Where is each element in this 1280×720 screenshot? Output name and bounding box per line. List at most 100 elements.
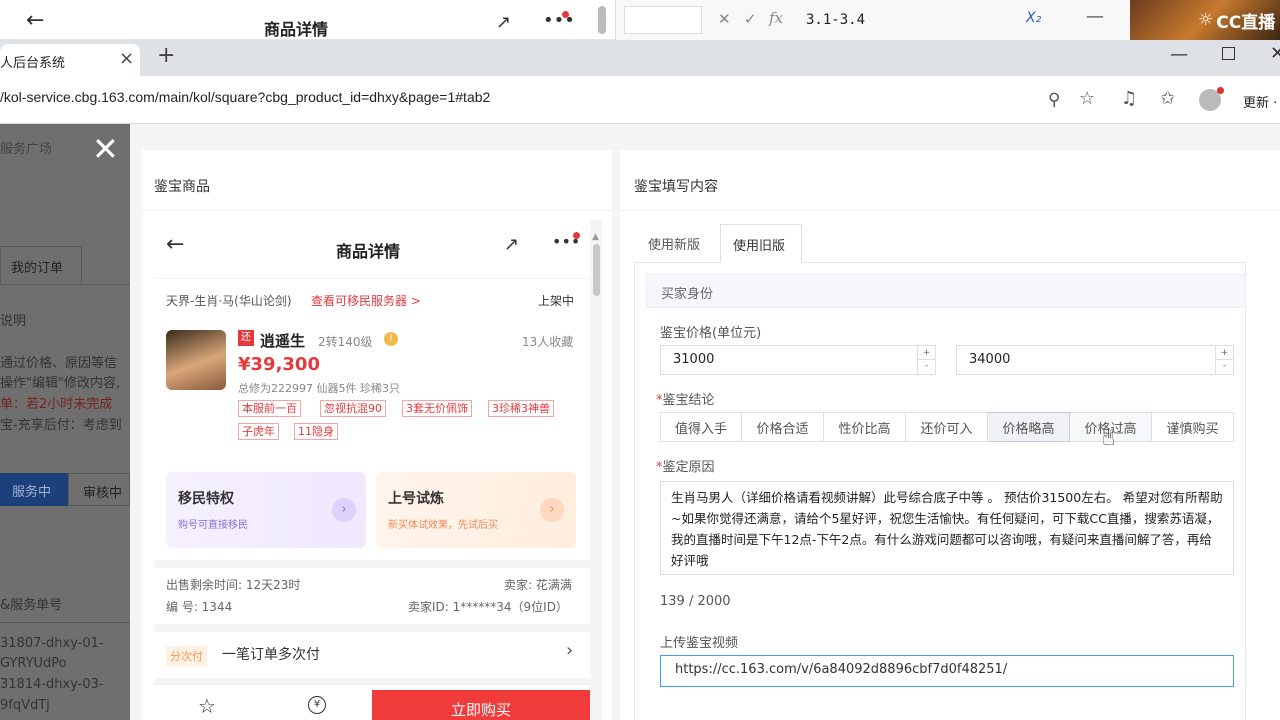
bookmark-star-icon[interactable]: ☆ [1079, 88, 1095, 109]
reason-textarea[interactable]: 生肖马男人（详细价格请看视频讲解）此号综合底子中等 。 预估价31500左右。 … [660, 481, 1234, 575]
phone-mirror-header: ← 商品详情 ↗ ••• [0, 0, 615, 40]
trial-login-card[interactable]: 上号试炼 新买体试效果，先试后买 › [376, 472, 576, 548]
tab-my-orders[interactable]: 我的订单 [0, 246, 82, 284]
conclusion-option-selected[interactable]: 价格略高 [988, 412, 1070, 442]
media-icon[interactable]: ♫ [1121, 88, 1137, 109]
divider [0, 622, 130, 623]
character-avatar [166, 330, 226, 390]
seller-id: 卖家ID: 1******34（9位ID） [408, 600, 568, 614]
conclusion-button-group: 值得入手 价格合适 性价比高 还价可入 价格略高 价格过高 谨慎购买 [660, 412, 1234, 442]
price-min-input[interactable]: 31000 + - [660, 345, 936, 375]
return-badge: 还 [238, 330, 254, 346]
installment-row[interactable] [154, 632, 590, 678]
buy-now-button[interactable]: 立即购买 [372, 690, 590, 720]
function-icon[interactable]: fx [769, 9, 783, 27]
status-serving-label: 服务中 [12, 485, 52, 500]
left-panel-title: 鉴宝商品 [154, 179, 210, 195]
scroll-up-icon[interactable]: ▲ [592, 232, 600, 242]
conclusion-option-label: 谨慎购买 [1166, 421, 1219, 437]
share-icon[interactable]: ↗ [496, 12, 511, 33]
listing-status: 上架中 [538, 294, 575, 308]
name-box[interactable] [624, 6, 702, 34]
migrate-privilege-title: 移民特权 [178, 491, 234, 507]
browser-tab-active[interactable]: 人后台系统 × [0, 44, 140, 78]
profile-alert-dot [1217, 87, 1224, 94]
arrow-left-icon[interactable]: ← [166, 232, 184, 257]
divider [142, 210, 612, 211]
explain-line-3: 单：若2小时未完成 [0, 397, 113, 412]
increment-icon[interactable]: + [1216, 346, 1233, 360]
migrate-privilege-sub: 购号可直接移民 [178, 520, 248, 531]
conclusion-option[interactable]: 还价可入 [906, 412, 988, 442]
spreadsheet-formula-bar: ✕ ✓ fx 3.1-3.4 X₂ — [615, 0, 1130, 40]
explain-heading: 说明 [0, 314, 27, 329]
hand-cursor-icon: ☝ [1102, 426, 1116, 451]
migrate-privilege-card[interactable]: 移民特权 购号可直接移民 › [166, 472, 366, 548]
update-button[interactable]: 更新 · [1243, 92, 1277, 111]
tab-close-icon[interactable]: × [119, 48, 134, 69]
favorite-star-icon[interactable]: ☆ [198, 694, 216, 718]
formula-input[interactable]: 3.1-3.4 [806, 12, 865, 28]
item-number: 编 号: 1344 [166, 600, 233, 614]
info-icon[interactable]: ! [384, 332, 398, 346]
trial-login-sub: 新买体试效果，先试后买 [388, 520, 498, 531]
window-close-icon[interactable]: ✕ [1270, 43, 1280, 64]
scrollbar-thumb[interactable] [593, 244, 600, 296]
price-max-input[interactable]: 34000 + - [956, 345, 1234, 375]
migrate-server-link[interactable]: 查看可移民服务器 > [311, 292, 421, 309]
decrement-icon[interactable]: - [1216, 360, 1233, 373]
reason-label-text: 鉴定原因 [662, 460, 715, 475]
status-review-button[interactable]: 审核中 [68, 473, 130, 506]
increment-icon[interactable]: + [918, 346, 935, 360]
tab-use-new-version[interactable]: 使用新版 [636, 224, 720, 262]
scrollbar-thumb[interactable] [598, 6, 606, 34]
favorites-icon[interactable]: ✩ [1160, 88, 1175, 109]
price-min-stepper[interactable]: + - [917, 346, 935, 374]
subscript-icon[interactable]: X₂ [1026, 10, 1041, 26]
window-maximize-icon[interactable] [1222, 47, 1235, 60]
share-icon[interactable]: ↗ [504, 234, 519, 255]
phone-header-title: 商品详情 [264, 20, 329, 39]
product-tag: 3珍稀3神兽 [488, 400, 554, 417]
conclusion-option-label: 性价比高 [838, 421, 891, 437]
chevron-right-icon: › [566, 640, 574, 661]
product-tag: 忽视抗混90 [320, 400, 386, 417]
conclusion-option[interactable]: 价格合适 [742, 412, 824, 442]
zoom-icon[interactable]: ⚲ [1048, 90, 1060, 110]
notification-dot [562, 11, 569, 18]
arrow-left-icon[interactable]: ← [26, 8, 44, 33]
more-icon[interactable]: ••• [543, 10, 575, 31]
character-stats: 总修为222997 仙器5件 珍稀3只 [238, 382, 400, 395]
price-max-value: 34000 [969, 352, 1011, 367]
decrement-icon[interactable]: - [918, 360, 935, 373]
conclusion-option[interactable]: 谨慎购买 [1152, 412, 1234, 442]
product-tag: 11隐身 [294, 423, 338, 440]
server-name: 天界-生肖·马(华山论剑) [166, 294, 292, 308]
character-level: 2转140级 [318, 335, 373, 349]
installment-text: 一笔订单多次付 [222, 647, 320, 663]
minimize-icon[interactable]: — [1086, 6, 1104, 27]
confirm-icon[interactable]: ✓ [744, 10, 757, 28]
char-counter: 139 / 2000 [660, 594, 731, 609]
nav-service-square[interactable]: 服务广场 [0, 138, 52, 157]
chevron-right-icon: › [540, 498, 564, 522]
new-tab-button[interactable]: + [157, 43, 175, 68]
price-max-stepper[interactable]: + - [1215, 346, 1233, 374]
bargain-icon[interactable]: ¥ [308, 696, 326, 714]
background-windows-strip: ← 商品详情 ↗ ••• ✕ ✓ fx 3.1-3.4 X₂ — ☼ CC直播 [0, 0, 1280, 40]
video-url-input[interactable]: https://cc.163.com/v/6a84092d8896cbf7d0f… [660, 655, 1234, 687]
conclusion-option[interactable]: 性价比高 [824, 412, 906, 442]
modal-content: 鉴宝商品 鉴宝填写内容 ← 商品详情 ↗ ••• ▲ 天界-生肖·马(华山论剑)… [130, 124, 1280, 720]
conclusion-option[interactable]: 值得入手 [660, 412, 742, 442]
window-minimize-icon[interactable]: — [1170, 44, 1188, 65]
explain-line-4: 宝-充享后付：考虑到 [0, 418, 122, 433]
cancel-icon[interactable]: ✕ [718, 10, 731, 28]
conclusion-option-label: 价格合适 [756, 421, 809, 437]
conclusion-label: *鉴宝结论 [656, 389, 715, 408]
tab-use-old-version[interactable]: 使用旧版 [720, 224, 802, 263]
character-name: 逍遥生 [260, 332, 306, 350]
address-bar-url[interactable]: /kol-service.cbg.163.com/main/kol/square… [0, 89, 490, 105]
close-overlay-icon[interactable]: ✕ [92, 133, 119, 165]
seller-name: 卖家: 花满满 [504, 578, 572, 592]
status-serving-button[interactable]: 服务中 [0, 473, 68, 506]
